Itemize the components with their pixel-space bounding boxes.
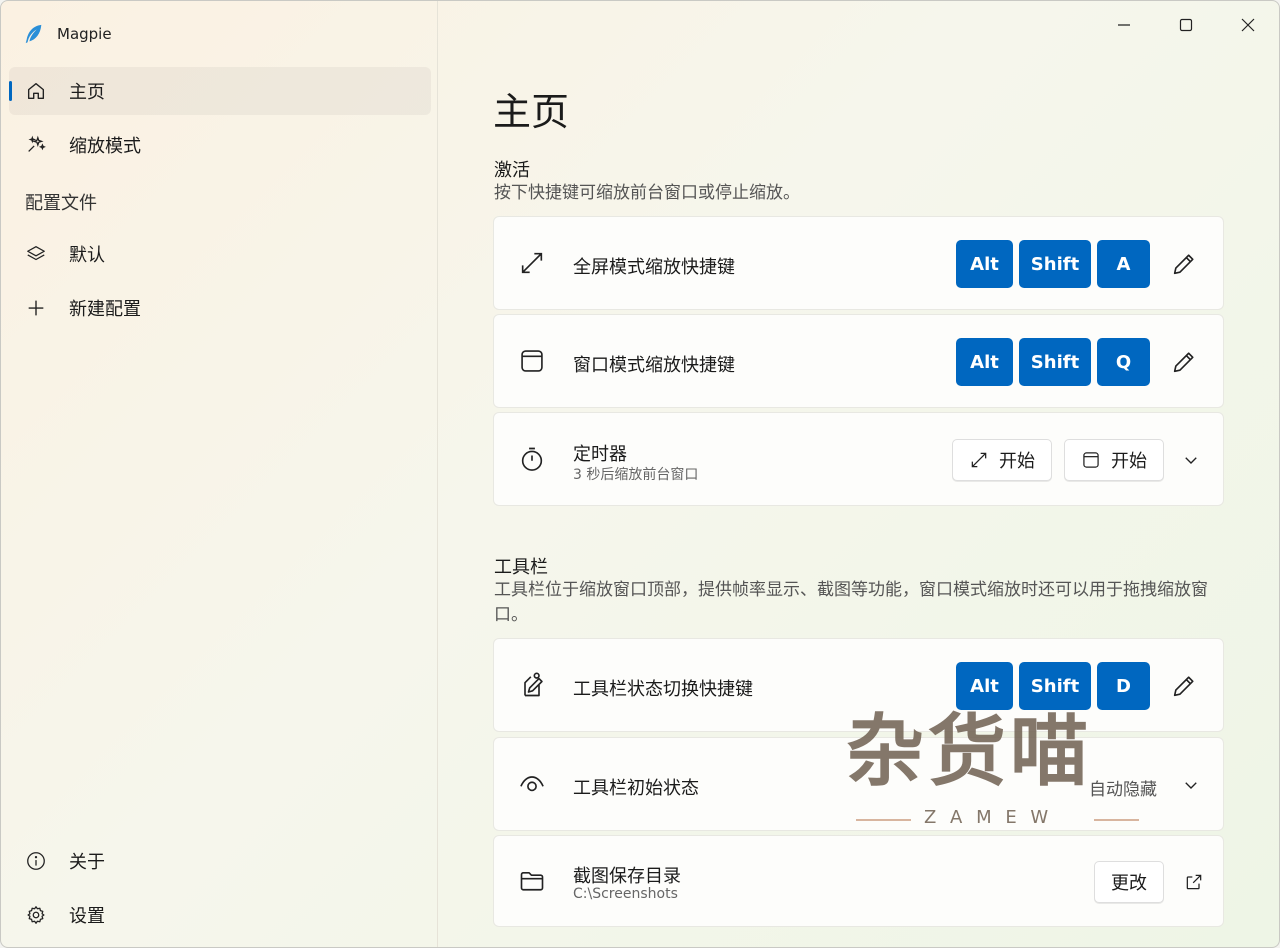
sparkle-icon (28, 135, 46, 152)
timer-card: 定时器 3 秒后缩放前台窗口 开始 开始 (493, 412, 1224, 506)
open-external-icon[interactable] (1184, 872, 1204, 892)
key-shift: Shift (1019, 338, 1091, 386)
sidebar-item-home[interactable]: 主页 (9, 67, 431, 115)
expand-diagonal-icon (971, 452, 987, 468)
timer-label: 定时器 (573, 444, 627, 465)
sidebar-item-label: 关于 (69, 852, 105, 873)
sidebar-item-label: 设置 (69, 906, 105, 927)
button-label: 更改 (1111, 873, 1147, 894)
change-directory-button[interactable]: 更改 (1094, 861, 1164, 903)
app-window: Magpie 主页 缩放模式 配置文件 默认 新建配置 关于 设置 主页 激活 … (0, 0, 1280, 948)
watermark-divider (856, 819, 911, 821)
maximize-button[interactable] (1163, 9, 1209, 41)
page-title: 主页 (493, 90, 570, 134)
watermark-subtext: Z A M E W (924, 807, 1053, 828)
toolbar-initial-state-label: 工具栏初始状态 (573, 778, 699, 799)
gear-icon (27, 906, 45, 924)
app-title: Magpie (57, 25, 112, 43)
plus-icon (28, 300, 44, 316)
app-title-bar: Magpie (23, 23, 112, 45)
sidebar-item-label: 主页 (69, 82, 105, 103)
edit-pencil-icon[interactable] (1170, 250, 1198, 278)
screenshot-directory-label: 截图保存目录 (573, 866, 681, 887)
watermark-logo: 杂货喵 Z A M E W (846, 689, 1146, 839)
sidebar-item-about[interactable]: 关于 (9, 837, 431, 885)
key-alt: Alt (956, 240, 1013, 288)
key-alt: Alt (956, 338, 1013, 386)
eye-icon (520, 776, 544, 792)
expand-diagonal-icon (521, 252, 543, 274)
toolbar-section-title: 工具栏 (494, 557, 548, 578)
activation-section-desc: 按下快捷键可缩放前台窗口或停止缩放。 (494, 183, 800, 203)
watermark-divider (1094, 819, 1139, 821)
watermark-text: 杂货喵 (846, 707, 1093, 797)
timer-icon (521, 447, 543, 471)
toolbar-edit-icon (524, 672, 543, 697)
sidebar-item-scaling-modes[interactable]: 缩放模式 (9, 121, 431, 169)
button-label: 开始 (1111, 451, 1147, 472)
sidebar-item-label: 默认 (69, 245, 105, 266)
timer-sublabel: 3 秒后缩放前台窗口 (573, 467, 699, 483)
edit-pencil-icon[interactable] (1170, 348, 1198, 376)
profiles-header: 配置文件 (25, 193, 97, 214)
chevron-down-icon[interactable] (1182, 451, 1200, 469)
minimize-button[interactable] (1101, 9, 1147, 41)
fullscreen-shortcut-card: 全屏模式缩放快捷键 Alt Shift A (493, 216, 1224, 310)
key-letter: Q (1097, 338, 1150, 386)
sidebar-item-label: 新建配置 (69, 299, 141, 320)
maximize-icon (1179, 18, 1193, 32)
info-icon (27, 852, 45, 870)
minimize-icon (1118, 24, 1130, 26)
key-shift: Shift (1019, 240, 1091, 288)
key-letter: A (1097, 240, 1150, 288)
windowed-shortcut-label: 窗口模式缩放快捷键 (573, 355, 735, 376)
activation-section-title: 激活 (494, 160, 530, 181)
button-label: 开始 (999, 451, 1035, 472)
sidebar: Magpie 主页 缩放模式 配置文件 默认 新建配置 关于 设置 (1, 1, 438, 947)
window-icon (1083, 452, 1099, 468)
layers-icon (27, 246, 45, 261)
toolbar-toggle-label: 工具栏状态切换快捷键 (573, 679, 753, 700)
screenshot-directory-card: 截图保存目录 C:\Screenshots 更改 (493, 835, 1224, 927)
window-icon (521, 350, 543, 372)
chevron-down-icon[interactable] (1182, 776, 1200, 794)
selection-indicator (9, 81, 12, 101)
close-button[interactable] (1225, 9, 1271, 41)
sidebar-item-new-profile[interactable]: 新建配置 (9, 284, 431, 332)
toolbar-section-desc: 工具栏位于缩放窗口顶部，提供帧率显示、截图等功能，窗口模式缩放时还可以用于拖拽缩… (494, 580, 1208, 625)
magpie-logo-icon (25, 24, 42, 44)
folder-icon (520, 872, 544, 891)
edit-pencil-icon[interactable] (1170, 672, 1198, 700)
sidebar-item-label: 缩放模式 (69, 136, 141, 157)
timer-fullscreen-start-button[interactable]: 开始 (952, 439, 1052, 481)
sidebar-item-default-profile[interactable]: 默认 (9, 230, 431, 278)
windowed-shortcut-card: 窗口模式缩放快捷键 Alt Shift Q (493, 314, 1224, 408)
close-icon (1241, 18, 1255, 32)
screenshot-directory-path: C:\Screenshots (573, 886, 678, 902)
sidebar-item-settings[interactable]: 设置 (9, 891, 431, 939)
fullscreen-shortcut-label: 全屏模式缩放快捷键 (573, 257, 735, 278)
home-icon (27, 82, 45, 100)
timer-windowed-start-button[interactable]: 开始 (1064, 439, 1164, 481)
